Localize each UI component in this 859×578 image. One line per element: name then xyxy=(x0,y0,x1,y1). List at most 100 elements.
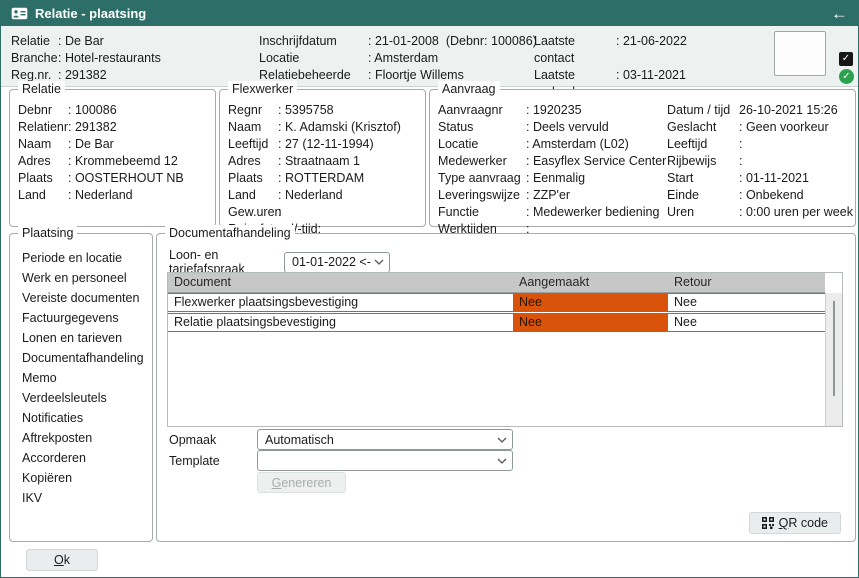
field-label: Locatie xyxy=(438,136,526,153)
field-value: : Amsterdam xyxy=(368,50,438,67)
field-label: Adres xyxy=(18,153,68,170)
genereren-button[interactable]: Genereren xyxy=(257,472,346,493)
sidebar-item-periode-en-locatie[interactable]: Periode en locatie xyxy=(10,248,152,268)
field-value: : Onbekend xyxy=(739,187,804,204)
window-title: Relatie - plaatsing xyxy=(35,6,146,21)
sidebar-item-vereiste-documenten[interactable]: Vereiste documenten xyxy=(10,288,152,308)
col-header-aangemaakt: Aangemaakt xyxy=(513,273,668,292)
field-label: Aanvraagnr xyxy=(438,102,526,119)
field-value: : Easyflex Service Center xyxy=(526,153,666,170)
field-label: Laatste contact xyxy=(534,33,616,67)
table-header-row: Document Aangemaakt Retour xyxy=(168,273,825,293)
chevron-down-icon xyxy=(497,437,507,443)
sidebar-item-ikv[interactable]: IKV xyxy=(10,488,152,508)
field-label: Plaats xyxy=(228,170,278,187)
checkbox-checked-icon[interactable]: ✓ xyxy=(839,52,853,66)
sidebar-item-werk-en-personeel[interactable]: Werk en personeel xyxy=(10,268,152,288)
chevron-down-icon xyxy=(497,458,507,464)
chevron-down-icon xyxy=(374,259,384,265)
sidebar-item-aftrekposten[interactable]: Aftrekposten xyxy=(10,428,152,448)
ok-button[interactable]: Ok xyxy=(26,549,98,571)
col-header-retour: Retour xyxy=(668,273,825,292)
field-value: : Krommebeemd 12 xyxy=(68,153,178,170)
tariefafspraak-value: 01-01-2022 <- xyxy=(292,255,371,269)
field-value: : Deels vervuld xyxy=(526,119,609,136)
sidebar-item-notificaties[interactable]: Notificaties xyxy=(10,408,152,428)
sidebar-item-kopieren[interactable]: Kopiëren xyxy=(10,468,152,488)
field-label: Relatie xyxy=(11,33,58,50)
groupbox-legend: Relatie xyxy=(18,81,65,97)
green-check-icon[interactable]: ✓ xyxy=(839,69,854,84)
summary-col-relatie: Relatie: De Bar Branche: Hotel-restauran… xyxy=(11,33,161,84)
field-value: : De Bar xyxy=(68,136,114,153)
cell-document: Flexwerker plaatsingsbevestiging xyxy=(168,294,513,311)
field-value: : OOSTERHOUT NB xyxy=(68,170,184,187)
field-value: : De Bar xyxy=(58,33,104,50)
aanvraag-right-column: Datum / tijd26-10-2021 15:26 Geslacht: G… xyxy=(667,102,852,221)
field-value: : 27 (12-11-1994) xyxy=(278,136,374,153)
aanvraag-left-column: Aanvraagnr: 1920235 Status: Deels vervul… xyxy=(438,102,663,238)
tariefafspraak-select[interactable]: 01-01-2022 <- xyxy=(284,252,390,273)
field-value: : ZZP'er xyxy=(526,187,570,204)
groupbox-legend: Flexwerker xyxy=(228,81,297,97)
field-value: 26-10-2021 15:26 xyxy=(739,102,838,119)
cell-document: Relatie plaatsingsbevestiging xyxy=(168,314,513,331)
field-value: : 01-11-2021 xyxy=(739,170,809,187)
field-value: : Amsterdam (L02) xyxy=(526,136,629,153)
relatie-groupbox: Relatie Debnr: 100086 Relatienr: 291382 … xyxy=(9,89,216,227)
field-label: Land xyxy=(228,187,278,204)
field-value: : Medewerker bediening xyxy=(526,204,659,221)
sidebar-item-verdeelsleutels[interactable]: Verdeelsleutels xyxy=(10,388,152,408)
opmaak-value: Automatisch xyxy=(265,433,334,447)
groupbox-legend: Aanvraag xyxy=(438,81,500,97)
table-row[interactable]: Flexwerker plaatsingsbevestiging Nee Nee xyxy=(168,293,825,312)
field-value: : Nederland xyxy=(68,187,133,204)
field-value: : Hotel-restaurants xyxy=(58,50,161,67)
summary-header: Relatie: De Bar Branche: Hotel-restauran… xyxy=(1,26,858,87)
sidebar-item-factuurgegevens[interactable]: Factuurgegevens xyxy=(10,308,152,328)
field-value: : 21-01-2008 (Debnr: 100086) xyxy=(368,33,537,50)
field-value: : xyxy=(739,153,742,170)
opmaak-select[interactable]: Automatisch xyxy=(257,429,513,450)
sidebar-item-accorderen[interactable]: Accorderen xyxy=(10,448,152,468)
field-value: : 0:00 uren per week xyxy=(739,204,853,221)
sidebar-item-documentafhandeling[interactable]: Documentafhandeling xyxy=(10,348,152,368)
aanvraag-groupbox: Aanvraag Aanvraagnr: 1920235 Status: Dee… xyxy=(429,89,856,227)
relation-card-icon xyxy=(11,7,28,20)
scrollbar-thumb[interactable] xyxy=(833,301,835,396)
photo-placeholder xyxy=(774,31,826,76)
table-row[interactable]: Relatie plaatsingsbevestiging Nee Nee xyxy=(168,313,825,332)
field-value: : 100086 xyxy=(68,102,117,119)
field-label: Branche xyxy=(11,50,58,67)
groupbox-legend: Plaatsing xyxy=(18,225,77,241)
sidebar-item-lonen-en-tarieven[interactable]: Lonen en tarieven xyxy=(10,328,152,348)
field-value: : 291382 xyxy=(58,67,107,84)
back-arrow-icon[interactable]: ← xyxy=(831,5,848,22)
field-value: : 5395758 xyxy=(278,102,334,119)
template-select[interactable] xyxy=(257,450,513,471)
summary-col-inschrijving: Inschrijfdatum: 21-01-2008 (Debnr: 10008… xyxy=(259,33,537,84)
template-label: Template xyxy=(169,454,257,468)
groupbox-legend: Documentafhandeling xyxy=(165,225,295,241)
field-label: Inschrijfdatum xyxy=(259,33,368,50)
titlebar: Relatie - plaatsing ← xyxy=(1,1,858,26)
cell-retour: Nee xyxy=(668,314,825,331)
field-value: : 21-06-2022 xyxy=(616,33,687,67)
field-label: Naam xyxy=(228,119,278,136)
qr-code-button[interactable]: QR code xyxy=(749,512,841,534)
field-label: Land xyxy=(18,187,68,204)
field-value: : 1920235 xyxy=(526,102,582,119)
table-scrollbar[interactable] xyxy=(825,293,842,426)
field-label: Debnr xyxy=(18,102,68,119)
field-value: : ROTTERDAM xyxy=(278,170,364,187)
field-label: Relatienr xyxy=(18,119,68,136)
field-label: Regnr xyxy=(228,102,278,119)
field-label: Leeftijd xyxy=(667,136,739,153)
sidebar-item-memo[interactable]: Memo xyxy=(10,368,152,388)
cell-retour: Nee xyxy=(668,294,825,311)
col-header-document: Document xyxy=(168,273,513,292)
field-label: Leeftijd xyxy=(228,136,278,153)
field-value: : xyxy=(739,136,742,153)
field-label: Datum / tijd xyxy=(667,102,739,119)
field-label: Plaats xyxy=(18,170,68,187)
